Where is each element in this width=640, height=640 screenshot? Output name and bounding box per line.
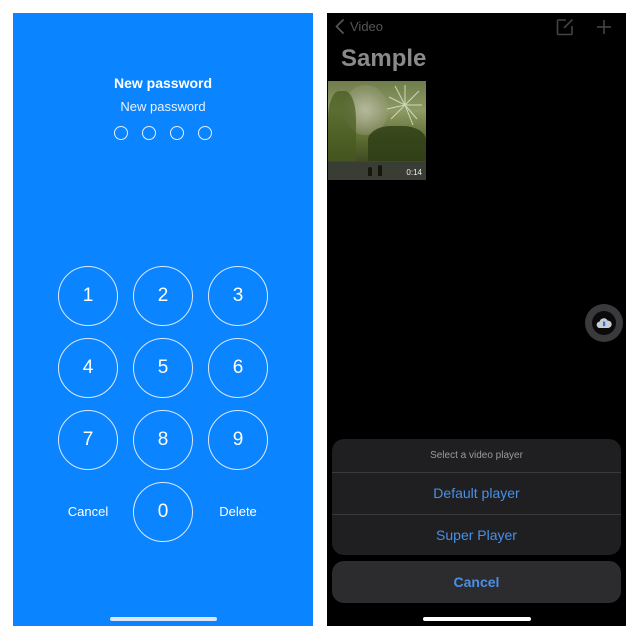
passcode-dot xyxy=(142,126,156,140)
cloud-icon xyxy=(596,318,612,329)
key-2[interactable]: 2 xyxy=(133,266,193,326)
video-thumbnail[interactable]: 0:14 xyxy=(328,81,426,180)
add-button[interactable] xyxy=(596,18,612,41)
page-title: Sample xyxy=(341,45,427,72)
passcode-dot xyxy=(170,126,184,140)
back-button[interactable]: Video xyxy=(335,19,383,34)
home-indicator[interactable] xyxy=(423,617,531,621)
key-1[interactable]: 1 xyxy=(58,266,118,326)
key-7[interactable]: 7 xyxy=(58,410,118,470)
action-sheet-title: Select a video player xyxy=(332,439,621,473)
compose-button[interactable] xyxy=(556,18,574,41)
passcode-dot xyxy=(198,126,212,140)
key-0[interactable]: 0 xyxy=(133,482,193,542)
passcode-dots xyxy=(114,126,226,140)
chevron-left-icon xyxy=(335,19,344,34)
action-sheet: Select a video player Default player Sup… xyxy=(332,439,621,555)
cancel-button[interactable]: Cancel xyxy=(53,504,123,519)
home-indicator[interactable] xyxy=(110,617,217,621)
super-player-option[interactable]: Super Player xyxy=(332,515,621,555)
action-sheet-cancel-button[interactable]: Cancel xyxy=(332,561,621,603)
cloud-button[interactable] xyxy=(585,304,623,342)
fireworks-image xyxy=(386,85,422,126)
back-label: Video xyxy=(350,19,384,34)
passcode-subtitle: New password xyxy=(120,99,206,114)
key-5[interactable]: 5 xyxy=(133,338,193,398)
delete-button[interactable]: Delete xyxy=(203,504,273,519)
default-player-option[interactable]: Default player xyxy=(332,473,621,515)
plus-icon xyxy=(597,20,611,34)
passcode-screen: New password New password 1 2 3 4 5 6 7 … xyxy=(13,13,313,626)
key-4[interactable]: 4 xyxy=(58,338,118,398)
passcode-dot xyxy=(114,126,128,140)
video-duration: 0:14 xyxy=(406,168,422,177)
key-9[interactable]: 9 xyxy=(208,410,268,470)
key-8[interactable]: 8 xyxy=(133,410,193,470)
key-6[interactable]: 6 xyxy=(208,338,268,398)
video-screen: Video Sample 0:14 Select a video player … xyxy=(327,13,626,626)
key-3[interactable]: 3 xyxy=(208,266,268,326)
passcode-title: New password xyxy=(113,75,213,91)
compose-icon xyxy=(556,18,574,36)
